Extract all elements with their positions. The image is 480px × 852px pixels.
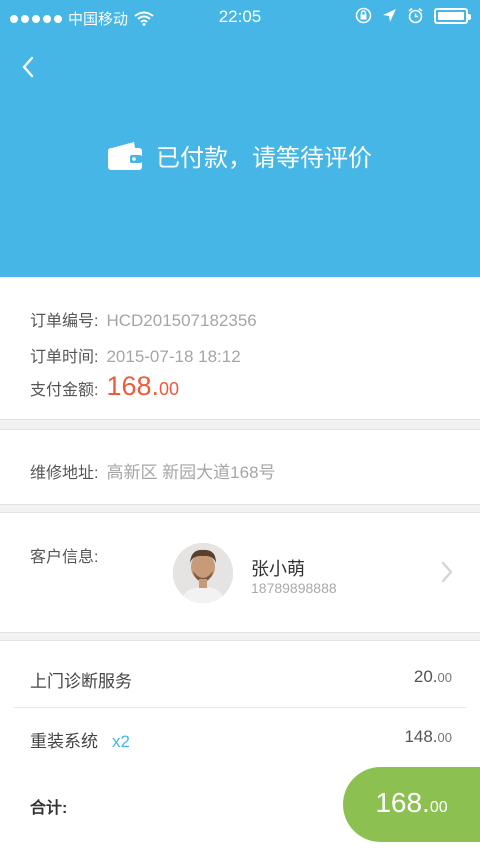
order-info-card: 订单编号: HCD201507182356 订单时间: 2015-07-18 1…	[0, 277, 480, 420]
chevron-left-icon	[22, 56, 34, 78]
wallet-icon	[108, 141, 142, 170]
item-price: 20.00	[413, 667, 452, 686]
item-price: 148.00	[404, 727, 452, 746]
customer-phone: 18789898888	[251, 580, 337, 596]
address-label: 维修地址:	[30, 465, 99, 482]
header-banner: 中国移动 22:05 已付款，请等待评价	[0, 0, 480, 277]
list-item: 上门诊断服务 20.00	[14, 647, 466, 707]
avatar	[173, 543, 233, 603]
alarm-icon	[408, 7, 423, 24]
order-time-label: 订单时间:	[30, 349, 99, 366]
payment-amount-row: 支付金额: 168.00	[30, 371, 179, 402]
location-arrow-icon	[383, 9, 396, 22]
total-amount-dec: 00	[429, 799, 448, 816]
back-button[interactable]	[14, 52, 42, 82]
payment-amount-label: 支付金额:	[30, 382, 99, 399]
order-time-value: 2015-07-18 18:12	[106, 347, 241, 366]
item-name: 重装系统 x2	[30, 732, 130, 751]
status-bar: 中国移动 22:05	[0, 0, 480, 34]
order-time-row: 订单时间: 2015-07-18 18:12	[30, 343, 241, 367]
order-status-text: 已付款，请等待评价	[156, 145, 372, 172]
item-name: 上门诊断服务	[30, 672, 132, 691]
customer-label: 客户信息:	[30, 549, 99, 566]
chevron-right-icon	[441, 561, 453, 583]
total-label: 合计:	[30, 800, 68, 817]
total-amount-badge: 168. 00	[343, 767, 480, 842]
list-item: 重装系统 x2 148.00	[14, 707, 466, 767]
order-number-value: HCD201507182356	[106, 311, 257, 330]
item-quantity: x2	[112, 732, 130, 751]
address-value: 高新区 新园大道168号	[106, 463, 276, 482]
order-number-label: 订单编号:	[30, 313, 99, 330]
customer-name: 张小萌	[251, 559, 305, 579]
address-row: 维修地址: 高新区 新园大道168号	[30, 458, 276, 483]
total-amount-int: 168.	[375, 787, 430, 818]
status-right	[355, 7, 471, 24]
address-card: 维修地址: 高新区 新园大道168号	[0, 429, 480, 505]
rotation-lock-icon	[355, 7, 372, 24]
customer-card[interactable]: 客户信息: 张小萌 18789898888	[0, 512, 480, 633]
order-number-row: 订单编号: HCD201507182356	[30, 307, 257, 331]
order-status: 已付款，请等待评价	[0, 138, 480, 173]
battery-icon	[434, 7, 471, 24]
payment-amount-value: 168.00	[106, 371, 180, 401]
